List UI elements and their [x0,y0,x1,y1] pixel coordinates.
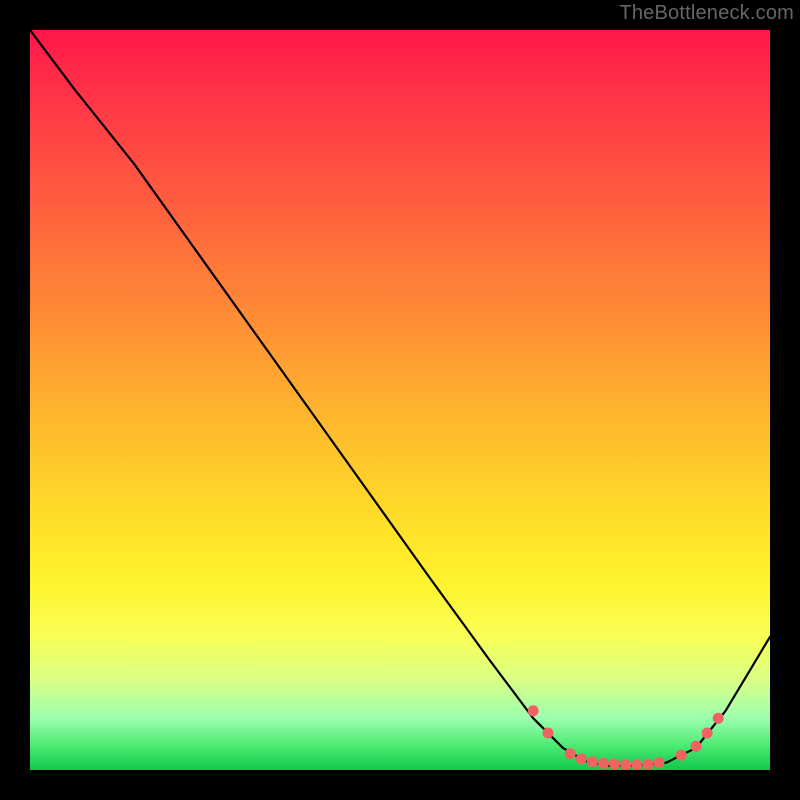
bottleneck-curve [30,30,770,770]
curve-marker [642,759,653,770]
curve-marker [676,750,687,761]
curve-marker [654,757,665,768]
watermark-label: TheBottleneck.com [619,2,794,25]
curve-marker [543,728,554,739]
plot-area [30,30,770,770]
curve-marker [609,759,620,770]
curve-marker [691,741,702,752]
curve-marker [565,748,576,759]
curve-marker [702,728,713,739]
curve-marker [576,753,587,764]
curve-marker [713,713,724,724]
curve-marker [631,759,642,770]
curve-marker [587,756,598,767]
curve-marker [598,758,609,769]
curve-marker [620,759,631,770]
curve-path [30,30,770,766]
chart-frame: TheBottleneck.com [0,0,800,800]
curve-marker [528,705,539,716]
